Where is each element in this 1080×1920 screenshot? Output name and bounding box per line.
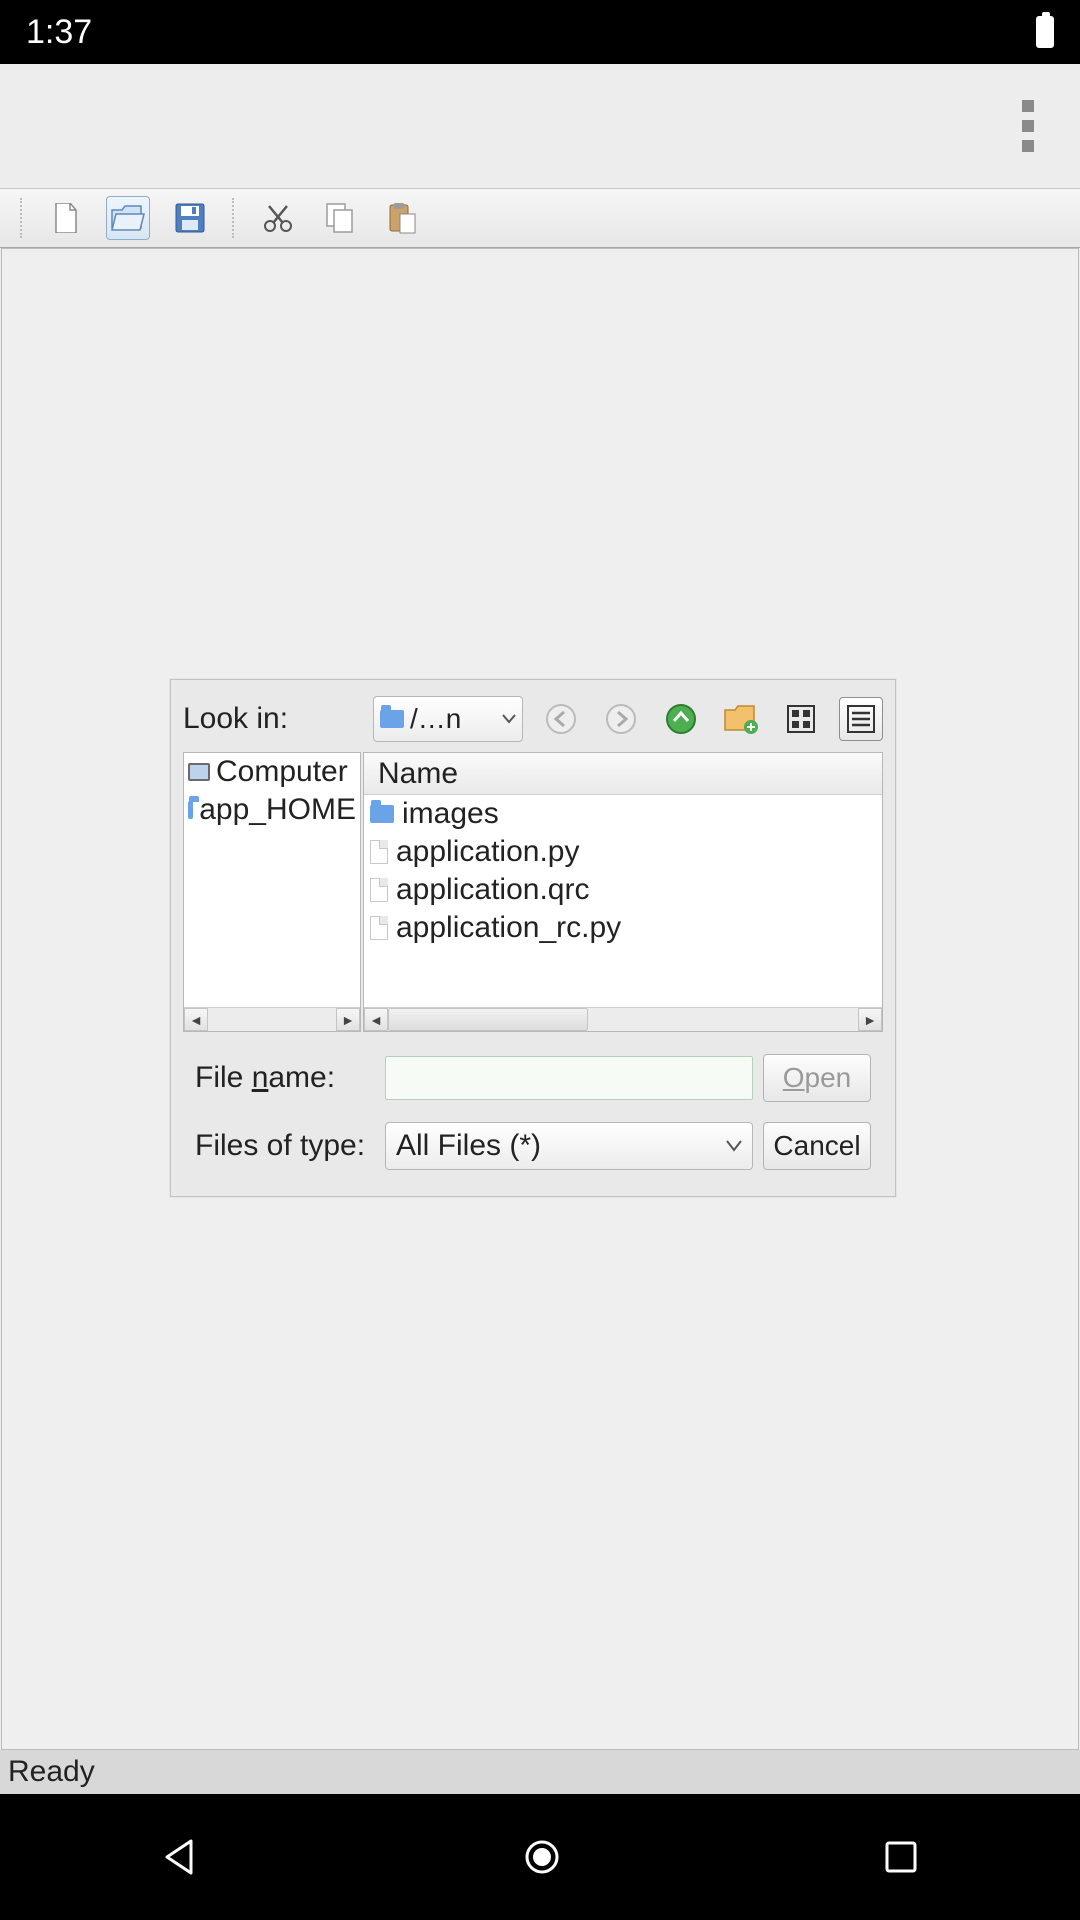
filename-input[interactable] <box>385 1056 753 1100</box>
file-icon <box>370 916 388 940</box>
computer-icon <box>188 763 210 781</box>
sidebar-item-computer[interactable]: Computer <box>184 753 360 791</box>
lookin-combo[interactable]: /…n <box>373 696 523 742</box>
filetype-combo[interactable]: All Files (*) <box>385 1122 753 1170</box>
folder-icon <box>188 801 193 819</box>
triangle-back-icon <box>161 1837 201 1877</box>
scroll-left-icon[interactable]: ◄ <box>364 1008 388 1031</box>
clipboard-paste-icon <box>387 202 417 234</box>
arrow-up-circle-icon <box>665 703 697 735</box>
home-nav-button[interactable] <box>522 1837 562 1877</box>
file-item-label: application_rc.py <box>396 911 621 945</box>
toolbar-separator <box>232 198 236 238</box>
cut-button[interactable] <box>256 196 300 240</box>
scroll-right-icon[interactable]: ► <box>858 1008 882 1031</box>
chevron-down-icon <box>502 714 516 724</box>
battery-icon <box>1036 16 1054 48</box>
status-bar: Ready <box>0 1750 1080 1794</box>
file-item-label: application.py <box>396 835 579 869</box>
scroll-right-icon[interactable]: ► <box>336 1008 360 1031</box>
android-nav-bar <box>0 1794 1080 1920</box>
file-item-label: application.qrc <box>396 873 589 907</box>
column-header-name[interactable]: Name <box>364 753 882 795</box>
square-recents-icon <box>883 1839 919 1875</box>
chevron-down-icon <box>726 1140 742 1152</box>
overflow-menu-icon[interactable] <box>1020 100 1036 152</box>
lookin-label: Look in: <box>183 702 363 736</box>
scrollbar-thumb[interactable] <box>388 1008 588 1031</box>
filetype-label: Files of type: <box>195 1129 375 1163</box>
list-item[interactable]: application_rc.py <box>364 909 882 947</box>
file-open-dialog: Look in: /…n <box>170 679 896 1197</box>
folder-icon <box>370 805 394 823</box>
paste-button[interactable] <box>380 196 424 240</box>
recents-nav-button[interactable] <box>883 1839 919 1875</box>
folder-new-icon <box>724 704 758 734</box>
filelist-hscrollbar[interactable]: ◄ ► <box>364 1007 882 1031</box>
up-button[interactable] <box>659 697 703 741</box>
file-item-label: images <box>402 797 499 831</box>
main-toolbar <box>0 188 1080 248</box>
new-folder-button[interactable] <box>719 697 763 741</box>
app-window: Look in: /…n <box>0 64 1080 1794</box>
save-file-button[interactable] <box>168 196 212 240</box>
lookin-row: Look in: /…n <box>171 680 895 752</box>
list-item[interactable]: application.py <box>364 833 882 871</box>
copy-button[interactable] <box>318 196 362 240</box>
folder-open-icon <box>111 204 145 232</box>
sidebar-item-label: app_HOME <box>199 793 356 827</box>
floppy-disk-icon <box>175 203 205 233</box>
arrow-right-circle-icon <box>605 703 637 735</box>
lookin-value: /…n <box>410 703 461 735</box>
document-area: Look in: /…n <box>1 248 1079 1750</box>
list-view-icon <box>847 705 875 733</box>
open-button[interactable]: Open <box>763 1054 871 1102</box>
open-file-button[interactable] <box>106 196 150 240</box>
clock-text: 1:37 <box>26 13 92 52</box>
places-sidebar[interactable]: Computer app_HOME ◄ ► <box>183 752 361 1032</box>
folder-icon <box>380 710 404 728</box>
list-item[interactable]: images <box>364 795 882 833</box>
list-item[interactable]: application.qrc <box>364 871 882 909</box>
toolbar-separator <box>20 198 24 238</box>
file-icon <box>370 878 388 902</box>
sidebar-item-label: Computer <box>216 755 348 789</box>
list-view-button[interactable] <box>839 697 883 741</box>
filename-label: File name: <box>195 1061 375 1095</box>
cancel-button[interactable]: Cancel <box>763 1122 871 1170</box>
sidebar-hscrollbar[interactable]: ◄ ► <box>184 1007 360 1031</box>
arrow-left-circle-icon <box>545 703 577 735</box>
icon-view-button[interactable] <box>779 697 823 741</box>
back-button[interactable] <box>539 697 583 741</box>
forward-button[interactable] <box>599 697 643 741</box>
new-file-button[interactable] <box>44 196 88 240</box>
copy-icon <box>326 203 354 233</box>
document-icon <box>54 203 78 233</box>
scissors-icon <box>263 203 293 233</box>
sidebar-item-home[interactable]: app_HOME <box>184 791 360 829</box>
grid-view-icon <box>787 705 815 733</box>
scroll-left-icon[interactable]: ◄ <box>184 1008 208 1031</box>
status-text: Ready <box>8 1755 95 1789</box>
circle-home-icon <box>522 1837 562 1877</box>
app-action-bar <box>0 64 1080 188</box>
back-nav-button[interactable] <box>161 1837 201 1877</box>
filetype-value: All Files (*) <box>396 1129 541 1163</box>
file-list[interactable]: Name images application.py application.q… <box>363 752 883 1032</box>
file-icon <box>370 840 388 864</box>
android-status-bar: 1:37 <box>0 0 1080 64</box>
